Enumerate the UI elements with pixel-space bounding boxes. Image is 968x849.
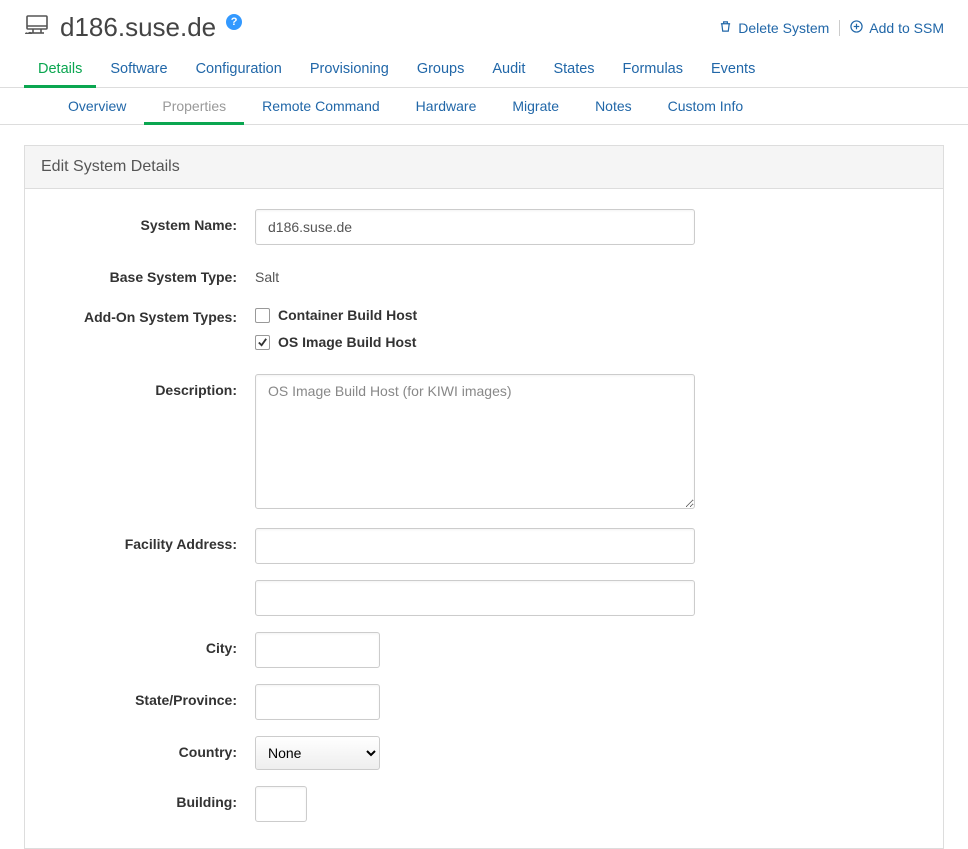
help-icon[interactable]: ? bbox=[226, 14, 242, 30]
tab-audit[interactable]: Audit bbox=[478, 51, 539, 87]
action-separator bbox=[839, 20, 840, 36]
subtab-hardware[interactable]: Hardware bbox=[398, 88, 495, 124]
tab-formulas[interactable]: Formulas bbox=[609, 51, 697, 87]
subtab-overview[interactable]: Overview bbox=[50, 88, 144, 124]
addon-row-0: Container Build Host bbox=[255, 301, 695, 323]
addon-label-0: Container Build Host bbox=[278, 307, 417, 323]
row-state-province: State/Province: bbox=[45, 684, 923, 720]
primary-tabs: Details Software Configuration Provision… bbox=[0, 51, 968, 88]
subtab-custom-info[interactable]: Custom Info bbox=[650, 88, 761, 124]
edit-panel: Edit System Details System Name: Base Sy… bbox=[24, 145, 944, 849]
panel-heading: Edit System Details bbox=[25, 146, 943, 189]
addon-label-1: OS Image Build Host bbox=[278, 334, 416, 350]
row-city: City: bbox=[45, 632, 923, 668]
textarea-description[interactable] bbox=[255, 374, 695, 509]
label-description: Description: bbox=[45, 374, 255, 398]
label-addon-types: Add-On System Types: bbox=[45, 301, 255, 325]
page-title: d186.suse.de bbox=[60, 12, 216, 43]
input-facility-address-2[interactable] bbox=[255, 580, 695, 616]
input-facility-address-1[interactable] bbox=[255, 528, 695, 564]
input-state-province[interactable] bbox=[255, 684, 380, 720]
page-header: d186.suse.de ? Delete System Add to SSM bbox=[0, 0, 968, 51]
subtab-properties[interactable]: Properties bbox=[144, 88, 244, 124]
tab-provisioning[interactable]: Provisioning bbox=[296, 51, 403, 87]
subtab-migrate[interactable]: Migrate bbox=[494, 88, 577, 124]
label-system-name: System Name: bbox=[45, 209, 255, 233]
checkbox-container-build-host[interactable] bbox=[255, 308, 270, 323]
label-country: Country: bbox=[45, 736, 255, 760]
row-system-name: System Name: bbox=[45, 209, 923, 245]
value-base-type: Salt bbox=[255, 261, 695, 285]
row-addon-types: Add-On System Types: Container Build Hos… bbox=[45, 301, 923, 358]
label-state-province: State/Province: bbox=[45, 684, 255, 708]
tab-states[interactable]: States bbox=[539, 51, 608, 87]
add-to-ssm-link[interactable]: Add to SSM bbox=[850, 20, 944, 36]
title-group: d186.suse.de ? bbox=[24, 12, 242, 43]
label-empty bbox=[45, 580, 255, 588]
row-description: Description: bbox=[45, 374, 923, 512]
secondary-tabs: Overview Properties Remote Command Hardw… bbox=[0, 88, 968, 125]
tab-groups[interactable]: Groups bbox=[403, 51, 479, 87]
label-base-type: Base System Type: bbox=[45, 261, 255, 285]
row-facility-address: Facility Address: bbox=[45, 528, 923, 564]
addon-row-1: OS Image Build Host bbox=[255, 331, 695, 350]
system-icon bbox=[24, 15, 50, 40]
row-country: Country: None bbox=[45, 736, 923, 770]
row-base-type: Base System Type: Salt bbox=[45, 261, 923, 285]
plus-circle-icon bbox=[850, 20, 863, 36]
row-facility-address-2 bbox=[45, 580, 923, 616]
subtab-remote-command[interactable]: Remote Command bbox=[244, 88, 398, 124]
tab-software[interactable]: Software bbox=[96, 51, 181, 87]
tab-events[interactable]: Events bbox=[697, 51, 769, 87]
label-facility-address: Facility Address: bbox=[45, 528, 255, 552]
delete-system-label: Delete System bbox=[738, 20, 829, 36]
trash-icon bbox=[719, 20, 732, 36]
panel-body: System Name: Base System Type: Salt Add-… bbox=[25, 189, 943, 848]
tab-configuration[interactable]: Configuration bbox=[182, 51, 296, 87]
input-system-name[interactable] bbox=[255, 209, 695, 245]
label-city: City: bbox=[45, 632, 255, 656]
tab-details[interactable]: Details bbox=[24, 51, 96, 87]
add-to-ssm-label: Add to SSM bbox=[869, 20, 944, 36]
input-city[interactable] bbox=[255, 632, 380, 668]
delete-system-link[interactable]: Delete System bbox=[719, 20, 829, 36]
label-building: Building: bbox=[45, 786, 255, 810]
row-building: Building: bbox=[45, 786, 923, 822]
select-country[interactable]: None bbox=[255, 736, 380, 770]
input-building[interactable] bbox=[255, 786, 307, 822]
header-actions: Delete System Add to SSM bbox=[719, 20, 944, 36]
subtab-notes[interactable]: Notes bbox=[577, 88, 650, 124]
checkbox-os-image-build-host[interactable] bbox=[255, 335, 270, 350]
